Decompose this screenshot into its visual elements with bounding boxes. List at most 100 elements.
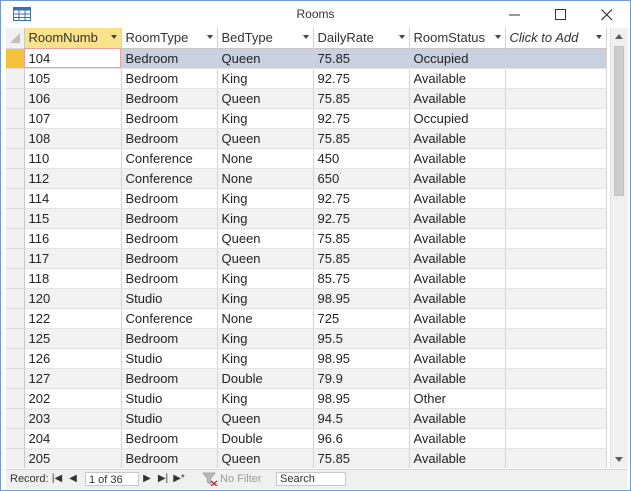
empty-cell[interactable] <box>505 268 607 289</box>
row-selector[interactable] <box>6 288 25 309</box>
table-cell[interactable]: Conference <box>121 148 218 169</box>
scroll-thumb[interactable] <box>614 46 624 196</box>
empty-cell[interactable] <box>505 188 607 209</box>
table-row[interactable]: 202 Studio King 98.95 Other <box>6 388 607 409</box>
table-cell[interactable]: King <box>217 208 314 229</box>
empty-cell[interactable] <box>505 368 607 389</box>
table-cell[interactable]: 127 <box>24 368 122 389</box>
first-record-icon[interactable]: |◀ <box>50 472 64 486</box>
chevron-down-icon[interactable] <box>206 35 213 39</box>
empty-cell[interactable] <box>505 228 607 249</box>
table-cell[interactable]: Available <box>409 368 506 389</box>
table-cell[interactable]: 95.5 <box>313 328 410 349</box>
empty-cell[interactable] <box>505 88 607 109</box>
table-cell[interactable]: Bedroom <box>121 268 218 289</box>
empty-cell[interactable] <box>505 428 607 449</box>
table-cell[interactable]: Available <box>409 328 506 349</box>
table-row[interactable]: 115 Bedroom King 92.75 Available <box>6 208 607 229</box>
table-row[interactable]: 205 Bedroom Queen 75.85 Available <box>6 448 607 468</box>
table-cell[interactable]: Other <box>409 388 506 409</box>
empty-cell[interactable] <box>505 108 607 129</box>
row-selector[interactable] <box>6 168 25 189</box>
table-row[interactable]: 125 Bedroom King 95.5 Available <box>6 328 607 349</box>
column-header-roomstatus[interactable]: RoomStatus <box>409 28 506 49</box>
chevron-down-icon[interactable] <box>595 35 602 39</box>
row-selector[interactable] <box>6 248 25 269</box>
table-row[interactable]: 107 Bedroom King 92.75 Occupied <box>6 108 607 129</box>
table-cell[interactable]: Queen <box>217 448 314 468</box>
row-selector[interactable] <box>6 268 25 289</box>
table-cell[interactable]: Available <box>409 208 506 229</box>
row-selector[interactable] <box>6 68 25 89</box>
no-filter-label[interactable]: No Filter <box>220 473 262 485</box>
table-cell[interactable]: Bedroom <box>121 208 218 229</box>
table-cell[interactable]: Available <box>409 448 506 468</box>
search-input[interactable]: Search <box>276 472 346 486</box>
table-cell[interactable]: 92.75 <box>313 208 410 229</box>
table-cell[interactable]: 75.85 <box>313 88 410 109</box>
table-cell[interactable]: Queen <box>217 228 314 249</box>
maximize-button[interactable] <box>538 1 584 28</box>
row-selector[interactable] <box>6 148 25 169</box>
table-cell[interactable]: 118 <box>24 268 122 289</box>
table-row[interactable]: 108 Bedroom Queen 75.85 Available <box>6 128 607 149</box>
table-row[interactable]: 116 Bedroom Queen 75.85 Available <box>6 228 607 249</box>
table-cell[interactable]: Conference <box>121 308 218 329</box>
table-cell[interactable]: 116 <box>24 228 122 249</box>
table-cell[interactable]: 125 <box>24 328 122 349</box>
minimize-button[interactable] <box>492 1 538 28</box>
table-cell[interactable]: None <box>217 168 314 189</box>
table-cell[interactable]: 92.75 <box>313 108 410 129</box>
row-selector[interactable] <box>6 408 25 429</box>
chevron-down-icon[interactable] <box>494 35 501 39</box>
column-header-bedtype[interactable]: BedType <box>217 28 314 49</box>
empty-cell[interactable] <box>505 128 607 149</box>
table-row[interactable]: 126 Studio King 98.95 Available <box>6 348 607 369</box>
column-header-roomnumb[interactable]: RoomNumb <box>24 28 122 49</box>
row-selector[interactable] <box>6 128 25 149</box>
table-cell[interactable]: Queen <box>217 408 314 429</box>
row-selector[interactable] <box>6 368 25 389</box>
table-cell[interactable]: 75.85 <box>313 48 410 69</box>
empty-cell[interactable] <box>505 388 607 409</box>
table-cell[interactable]: King <box>217 268 314 289</box>
table-cell[interactable]: 104 <box>24 48 122 69</box>
table-cell[interactable]: Studio <box>121 408 218 429</box>
table-cell[interactable]: Available <box>409 288 506 309</box>
table-cell[interactable]: King <box>217 388 314 409</box>
chevron-down-icon[interactable] <box>398 35 405 39</box>
table-cell[interactable]: Queen <box>217 248 314 269</box>
table-cell[interactable]: Available <box>409 128 506 149</box>
table-cell[interactable]: Bedroom <box>121 328 218 349</box>
table-row[interactable]: 114 Bedroom King 92.75 Available <box>6 188 607 209</box>
table-cell[interactable]: Available <box>409 428 506 449</box>
table-cell[interactable]: Available <box>409 68 506 89</box>
row-selector[interactable] <box>6 388 25 409</box>
table-cell[interactable]: Available <box>409 168 506 189</box>
table-row[interactable]: 117 Bedroom Queen 75.85 Available <box>6 248 607 269</box>
row-selector[interactable] <box>6 448 25 468</box>
table-cell[interactable]: 75.85 <box>313 248 410 269</box>
column-header-click-to-add[interactable]: Click to Add <box>505 28 607 49</box>
table-cell[interactable]: 107 <box>24 108 122 129</box>
table-row[interactable]: 112 Conference None 650 Available <box>6 168 607 189</box>
next-record-icon[interactable]: ▶ <box>140 472 154 486</box>
table-cell[interactable]: Bedroom <box>121 248 218 269</box>
table-cell[interactable]: 98.95 <box>313 348 410 369</box>
table-cell[interactable]: 204 <box>24 428 122 449</box>
row-selector[interactable] <box>6 348 25 369</box>
table-cell[interactable]: Double <box>217 368 314 389</box>
row-selector[interactable] <box>6 48 25 69</box>
scroll-down-icon[interactable] <box>615 457 623 462</box>
table-cell[interactable]: Conference <box>121 168 218 189</box>
column-header-roomtype[interactable]: RoomType <box>121 28 218 49</box>
row-selector[interactable] <box>6 328 25 349</box>
table-cell[interactable]: 108 <box>24 128 122 149</box>
record-position-field[interactable]: 1 of 36 <box>85 472 139 486</box>
table-cell[interactable]: 92.75 <box>313 188 410 209</box>
table-cell[interactable]: King <box>217 348 314 369</box>
empty-cell[interactable] <box>505 288 607 309</box>
table-cell[interactable]: 725 <box>313 308 410 329</box>
table-cell[interactable]: Available <box>409 268 506 289</box>
table-cell[interactable]: None <box>217 148 314 169</box>
